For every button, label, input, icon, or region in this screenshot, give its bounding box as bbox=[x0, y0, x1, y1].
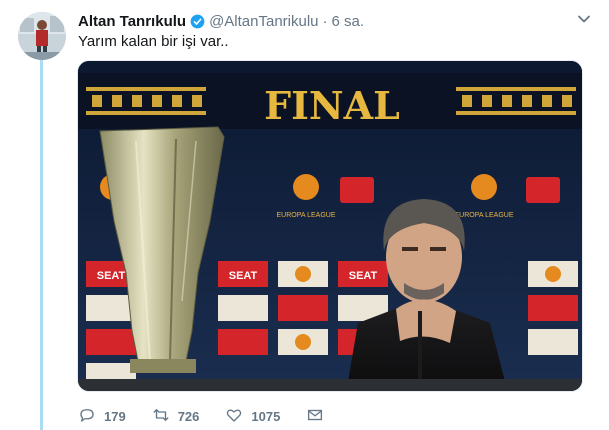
sponsor-text-2: SEAT bbox=[229, 270, 258, 282]
reply-count: 179 bbox=[104, 408, 126, 424]
thread-line bbox=[40, 60, 43, 430]
final-banner-text: FINAL bbox=[264, 83, 400, 128]
message-icon bbox=[306, 406, 324, 427]
like-button[interactable]: 1075 bbox=[225, 406, 280, 427]
like-icon bbox=[225, 406, 243, 427]
avatar[interactable] bbox=[18, 12, 66, 60]
separator-dot: · bbox=[322, 12, 328, 30]
tweet-header: Altan Tanrıkulu @AltanTanrikulu · 6 sa. bbox=[78, 11, 589, 31]
author-handle[interactable]: @AltanTanrikulu bbox=[209, 13, 318, 30]
tweet-text: Yarım kalan bir işi var.. bbox=[78, 33, 229, 50]
timestamp[interactable]: 6 sa. bbox=[332, 13, 365, 30]
sponsor-text-3: SEAT bbox=[349, 270, 378, 282]
tweet-actions: 179 726 1075 bbox=[78, 405, 350, 427]
reply-icon bbox=[78, 406, 96, 427]
like-count: 1075 bbox=[251, 408, 281, 424]
retweet-count: 726 bbox=[177, 408, 200, 424]
retweet-icon bbox=[152, 406, 170, 427]
retweet-button[interactable]: 726 bbox=[152, 406, 200, 427]
europa-logo-label-2: EUROPA LEAGUE bbox=[454, 212, 513, 219]
author-name[interactable]: Altan Tanrıkulu bbox=[78, 13, 186, 30]
reply-button[interactable]: 179 bbox=[78, 406, 126, 427]
chevron-down-icon[interactable] bbox=[577, 12, 591, 26]
europa-logo-label-1: EUROPA LEAGUE bbox=[276, 212, 335, 219]
tweet-media-image[interactable]: FINAL EUROPA LEAGUE EUROPA LEAGUE SEAT S… bbox=[77, 60, 583, 392]
verified-badge-icon bbox=[190, 14, 205, 29]
message-button[interactable] bbox=[306, 406, 324, 427]
sponsor-text-1: SEAT bbox=[97, 270, 126, 282]
